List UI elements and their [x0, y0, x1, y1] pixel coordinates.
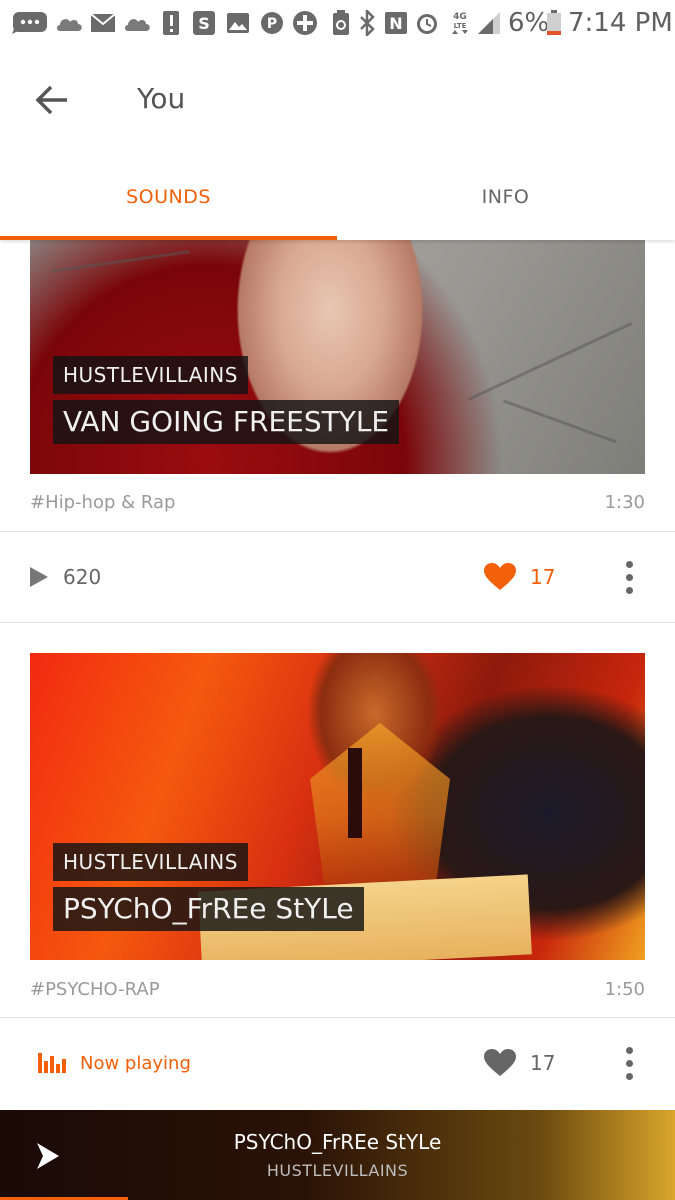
more-vert-icon [625, 1046, 633, 1054]
battery-percent: 6% [508, 8, 550, 38]
more-dot [625, 1059, 633, 1067]
more-dot [625, 573, 633, 581]
heart-icon [484, 1049, 516, 1076]
track-duration: 1:30 [604, 492, 645, 513]
svg-text:LTE: LTE [454, 22, 467, 30]
mini-player-title: PSYChO_FrREe StYLe [233, 1130, 442, 1154]
status-bar: S P N 4G LTE 6% 7:14 PM [0, 0, 675, 46]
genre-tag[interactable]: #PSYCHO-RAP [30, 970, 160, 1010]
clock: 7:14 PM [568, 8, 673, 38]
cloud-icon [124, 10, 152, 36]
texture-crack [467, 322, 633, 401]
play-count: 620 [30, 532, 101, 622]
s-app-icon: S [192, 10, 216, 36]
play-count-value: 620 [63, 565, 102, 589]
more-options-button[interactable] [613, 1040, 645, 1086]
mini-player-user: HUSTLEVILLAINS [266, 1161, 409, 1180]
track-meta: #PSYCHO-RAP 1:50 [30, 970, 645, 1010]
genre-tag[interactable]: #Hip-hop & Rap [30, 483, 175, 523]
plus-app-icon [292, 10, 318, 36]
art-tie [348, 748, 362, 838]
track-title-badge[interactable]: PSYChO_FrREe StYLe [53, 887, 364, 931]
more-dot [625, 1072, 633, 1080]
tab-info[interactable]: INFO [337, 154, 674, 240]
like-button[interactable]: 17 [484, 532, 555, 622]
track-user-badge[interactable]: HUSTLEVILLAINS [53, 356, 248, 394]
track-actions: Now playing 17 [0, 1018, 675, 1108]
like-count: 17 [530, 565, 556, 589]
track-actions: 620 17 [0, 532, 675, 622]
art-figure [310, 723, 450, 883]
battery-icon [546, 10, 562, 36]
divider [0, 622, 675, 623]
tab-sounds[interactable]: SOUNDS [0, 154, 337, 240]
heart-icon [484, 563, 516, 590]
track-title-badge[interactable]: VAN GOING FREESTYLE [53, 400, 400, 444]
play-icon [30, 567, 48, 587]
signal-icon [476, 10, 502, 36]
like-button[interactable]: 17 [484, 1018, 555, 1108]
track-user-badge[interactable]: HUSTLEVILLAINS [53, 843, 248, 881]
track-meta: #Hip-hop & Rap 1:30 [30, 483, 645, 523]
svg-text:4G: 4G [453, 12, 467, 22]
mini-player[interactable]: PSYChO_FrREe StYLe HUSTLEVILLAINS [0, 1110, 675, 1200]
now-playing-label: Now playing [80, 1052, 191, 1074]
back-button[interactable] [24, 72, 80, 128]
texture-crack [503, 399, 617, 444]
alert-icon [162, 10, 180, 36]
mail-icon [90, 10, 116, 36]
alarm-icon [414, 10, 440, 36]
svg-text:N: N [389, 14, 402, 33]
pandora-icon: P [260, 10, 284, 36]
cloud-icon [56, 10, 84, 36]
gallery-icon [226, 10, 250, 36]
app-bar: You [0, 46, 675, 154]
track-artwork[interactable]: HUSTLEVILLAINS VAN GOING FREESTYLE [30, 240, 645, 474]
lte-icon: 4G LTE [450, 10, 470, 36]
tab-indicator [0, 236, 337, 240]
like-count: 17 [530, 1051, 556, 1075]
svg-text:S: S [198, 14, 210, 33]
more-vert-icon [625, 560, 633, 568]
tab-bar: SOUNDS INFO [0, 154, 675, 240]
track-duration: 1:50 [604, 979, 645, 1000]
now-playing-indicator: Now playing [38, 1018, 191, 1108]
page-title: You [137, 82, 186, 115]
more-options-button[interactable] [613, 554, 645, 600]
track-artwork[interactable]: HUSTLEVILLAINS PSYChO_FrREe StYLe [30, 653, 645, 960]
messages-icon [12, 10, 48, 36]
texture-crack [50, 250, 190, 273]
nfc-icon: N [384, 10, 408, 36]
more-dot [625, 586, 633, 594]
battery-saver-icon [332, 10, 350, 36]
bluetooth-icon [358, 10, 376, 36]
arrow-back-icon [35, 85, 67, 115]
svg-text:P: P [267, 16, 277, 32]
equalizer-icon [38, 1053, 68, 1073]
